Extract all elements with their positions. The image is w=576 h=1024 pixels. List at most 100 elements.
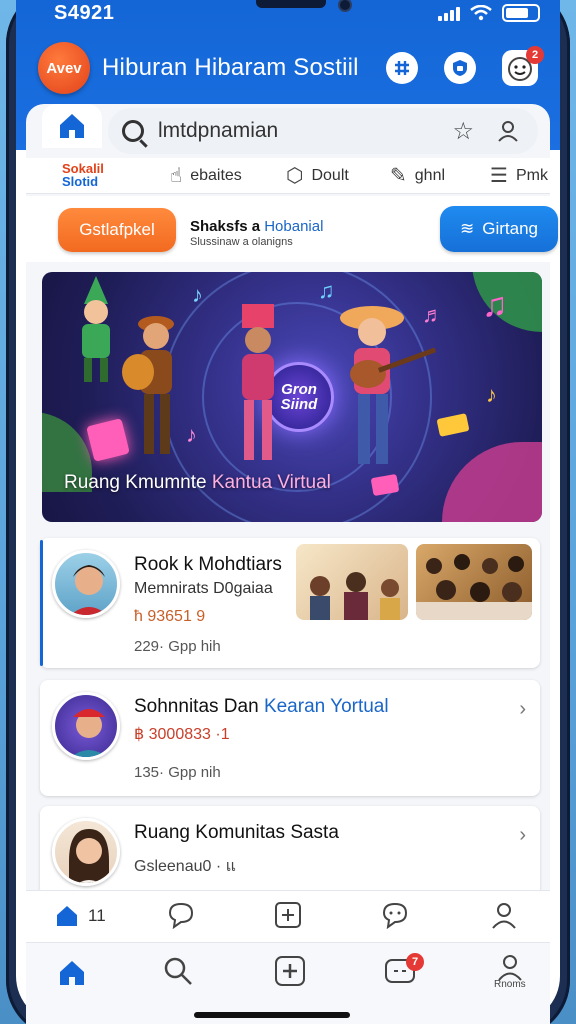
card-title: Ruang Komunitas Sasta: [134, 822, 339, 843]
promo-title-highlight: Hobanial: [264, 218, 324, 235]
list-icon: ☰: [490, 165, 508, 187]
shield-button[interactable]: [444, 52, 476, 84]
community-card-1[interactable]: Rook k Mohdtiars Memnirats D0gaiaa ħ 936…: [40, 538, 540, 668]
photo-thumbnail[interactable]: [296, 544, 408, 620]
pen-icon: ✎: [390, 165, 407, 187]
photo-thumbnail[interactable]: [416, 544, 532, 620]
hash-icon: [395, 61, 409, 75]
search-bar[interactable]: lmtdpnamian ☆: [108, 108, 538, 154]
category-label: ghnl: [414, 166, 446, 184]
card-meta: Gsleenau0 · แ: [134, 858, 236, 875]
search-icon: [122, 120, 144, 142]
thumb-icon: ☝: [170, 165, 183, 187]
promo-row: Gstlafpkel Shaksfs a Hobanial Slussinaw …: [26, 196, 558, 262]
tab-profile-label: Rnoms: [494, 979, 526, 990]
messages-badge: 7: [406, 953, 424, 971]
home-tab[interactable]: [42, 104, 102, 148]
promo-title-text: Shaksfs a: [190, 218, 261, 235]
star-icon[interactable]: ☆: [452, 117, 474, 146]
flower-decoration: [442, 442, 542, 522]
home-indicator: [194, 1012, 350, 1018]
music-note-icon: ♫: [318, 278, 335, 303]
ticket-decoration: [436, 413, 470, 437]
card-title: Sohnnitas Dan Kearan Yortual: [134, 696, 389, 718]
card-title: Rook k Mohdtiars: [134, 554, 282, 575]
grid-button[interactable]: [386, 52, 418, 84]
avatar: [52, 692, 120, 760]
music-note-icon: ♪: [186, 422, 197, 447]
music-note-icon: ♫: [482, 286, 508, 324]
community-card-2[interactable]: Sohnnitas Dan Kearan Yortual ฿ 3000833 ·…: [40, 680, 540, 796]
tab-home[interactable]: [56, 957, 88, 989]
elf-character: [82, 276, 110, 382]
join-button[interactable]: ≋ Girtang: [440, 206, 558, 252]
card-accent: [40, 540, 43, 666]
nav-profile[interactable]: [490, 901, 518, 929]
category-bar: Sokalil Slotid ☝ ebaites ⬡ Doult ✎ ghnl …: [26, 158, 550, 194]
app-logo[interactable]: Avev: [38, 42, 90, 94]
bottom-nav-top: 11: [26, 890, 550, 942]
nav-home[interactable]: 11: [54, 903, 106, 929]
notification-badge: 2: [526, 46, 544, 64]
card-title-highlight: Kearan Yortual: [263, 696, 389, 717]
guitarist-character-2: [340, 306, 437, 464]
category-logo[interactable]: Sokalil Slotid: [62, 162, 104, 188]
hero-banner[interactable]: Gron Siind ♪ ♫ ♬ ♫ ♪ ♪ Ruang Kmumnte Kan…: [42, 272, 542, 522]
dancer-character: [242, 304, 274, 460]
wifi-icon: [470, 5, 492, 21]
user-icon[interactable]: [496, 119, 520, 143]
home-icon: [60, 114, 84, 138]
primary-action-button[interactable]: Gstlafpkel: [58, 208, 176, 252]
camera-icon: [338, 0, 352, 12]
music-note-icon: ♬: [422, 302, 444, 327]
community-card-3[interactable]: Ruang Komunitas Sasta Gsleenau0 · แ ›: [40, 806, 540, 896]
promo-subtitle: Slussinaw a olanigns: [190, 236, 293, 248]
home-icon: [60, 961, 84, 985]
category-item-4[interactable]: ☰ Pmk: [490, 163, 548, 188]
category-item-3[interactable]: ✎ ghnl: [390, 163, 445, 188]
category-item-2[interactable]: ⬡ Doult: [286, 163, 349, 188]
chevron-right-icon[interactable]: ›: [519, 698, 526, 721]
category-item-1[interactable]: ☝ ebaites: [170, 163, 242, 188]
promo-title: Shaksfs a Hobanial: [190, 218, 323, 235]
nav-home-count: 11: [88, 906, 106, 925]
avatar: [52, 818, 120, 886]
search-input[interactable]: lmtdpnamian: [158, 119, 452, 143]
chat-bubble-icon: [168, 902, 194, 929]
chevron-right-icon[interactable]: ›: [519, 824, 526, 847]
signal-icon: [438, 5, 460, 21]
wave-icon: ≋: [460, 219, 475, 238]
card-meta: Memnirats D0gaiaa: [134, 580, 273, 597]
app-title: Hiburan Hibaram Sostiil: [102, 54, 359, 81]
search-icon: [164, 957, 192, 985]
card-count: 135· Gpp nih: [134, 764, 221, 781]
banner-caption-highlight: Kantua Virtual: [211, 472, 331, 493]
card-stats: ฿ 3000833 ·1: [134, 726, 230, 743]
banner-caption-text: Ruang Kmumnte: [64, 472, 207, 493]
shield-icon: [453, 60, 467, 76]
plus-square-icon: [275, 956, 305, 986]
card-title-text: Sohnnitas Dan: [134, 696, 259, 717]
app-bar: Avev Hiburan Hibaram Sostiil 2: [16, 40, 560, 98]
home-icon: [57, 906, 77, 926]
user-icon: [492, 903, 516, 929]
battery-icon: [502, 4, 540, 22]
music-note-icon: ♪: [192, 282, 203, 307]
nav-chat[interactable]: [166, 901, 196, 929]
plus-square-icon: [275, 902, 301, 928]
ticket-decoration: [370, 473, 400, 497]
card-count: 229· Gpp hih: [134, 638, 221, 655]
category-logo-line2: Slotid: [62, 174, 99, 189]
avatar: [52, 550, 120, 618]
join-button-label: Girtang: [482, 219, 538, 238]
tab-profile[interactable]: Rnoms: [494, 953, 526, 990]
category-label: Doult: [311, 166, 349, 184]
status-bar: S4921: [16, 0, 560, 30]
category-label: ebaites: [190, 166, 242, 184]
banner-caption: Ruang Kmumnte Kantua Virtual: [64, 472, 331, 494]
category-label: Pmk: [515, 166, 548, 184]
tab-create[interactable]: [274, 955, 306, 987]
nav-create[interactable]: [274, 901, 302, 929]
nav-messages[interactable]: [380, 901, 410, 929]
tab-search[interactable]: [162, 955, 194, 987]
